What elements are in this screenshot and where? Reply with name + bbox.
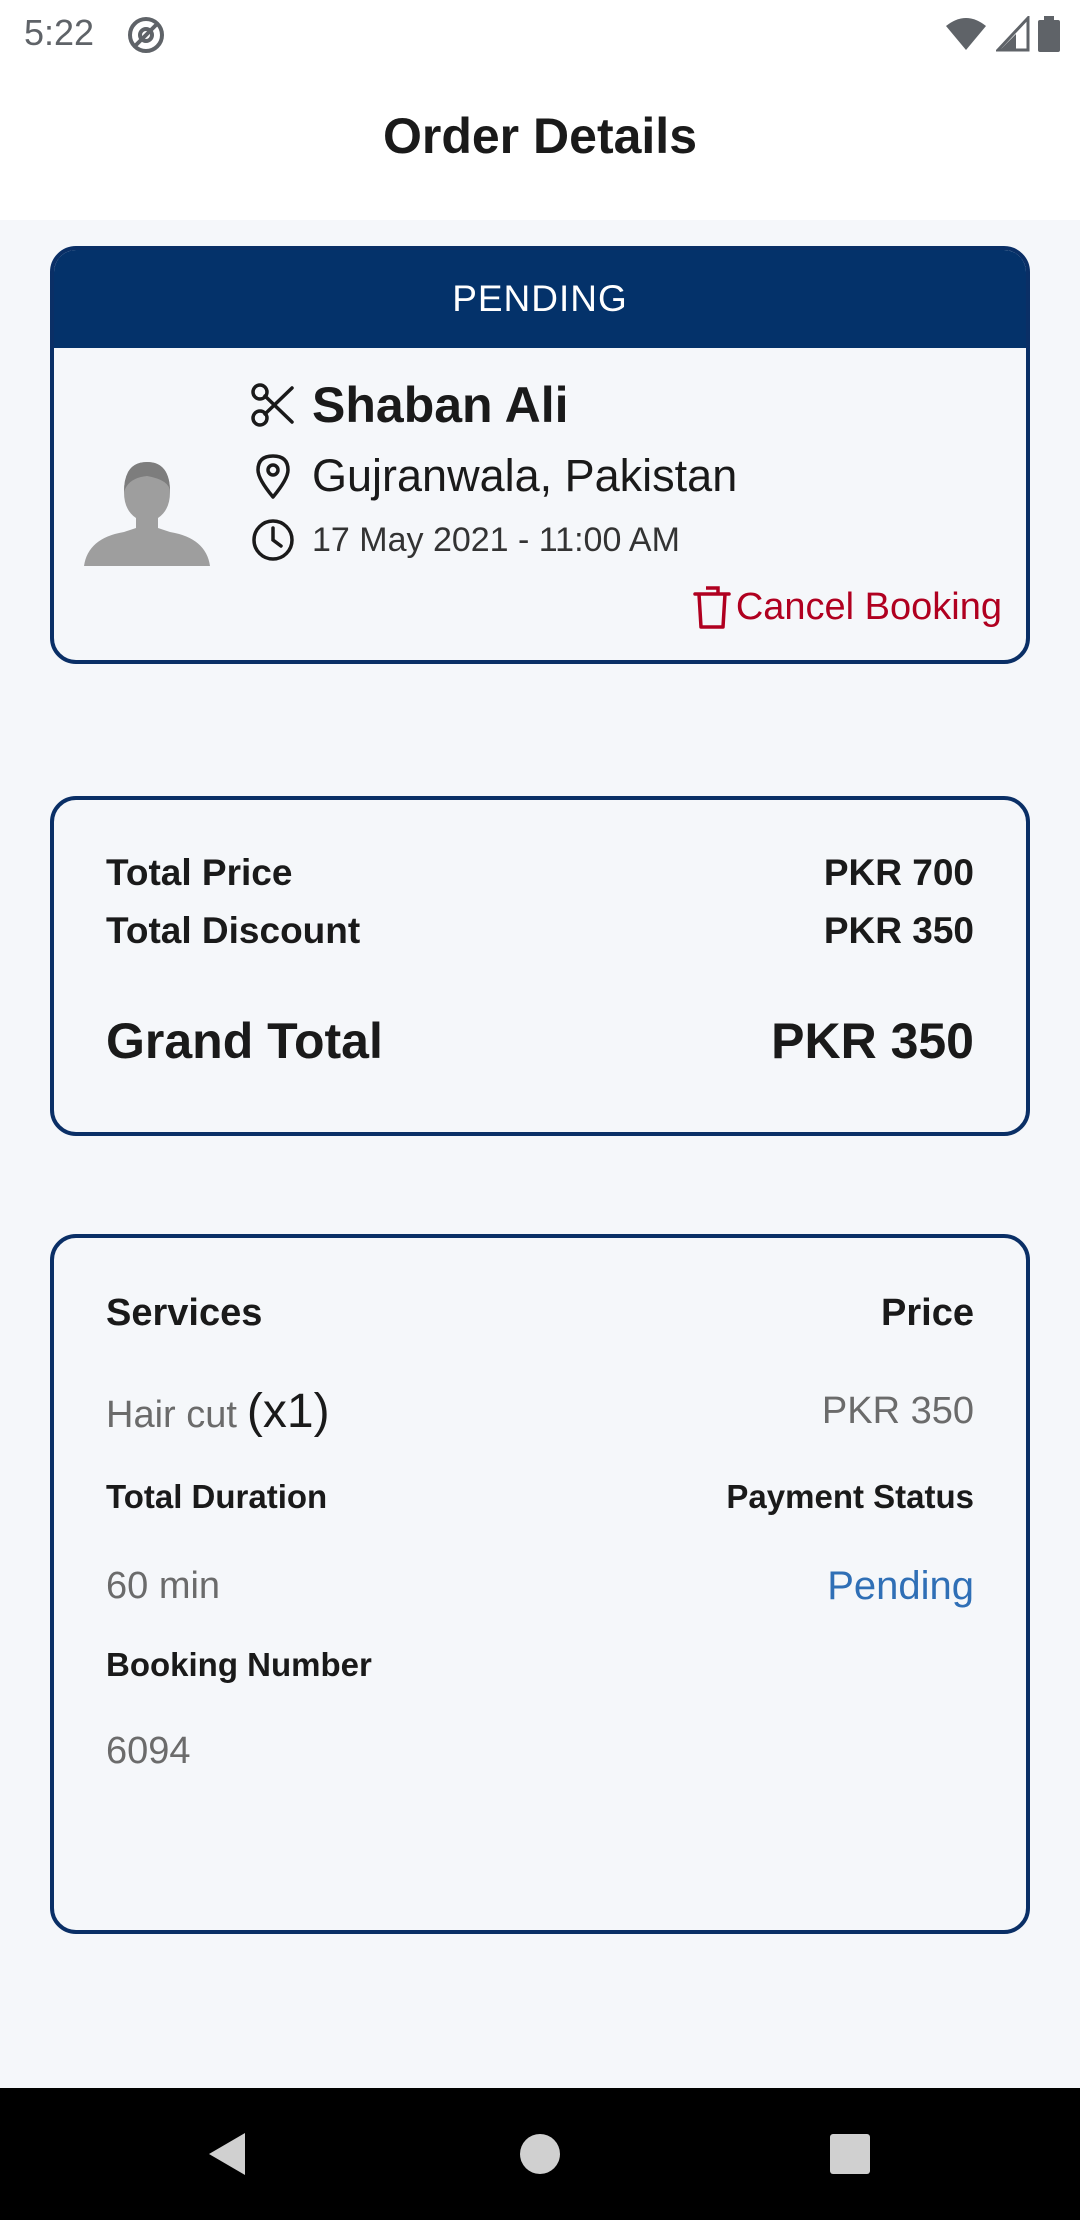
booking-number-value: 6094 bbox=[106, 1730, 191, 1772]
wifi-icon bbox=[946, 18, 986, 50]
services-header-row: Services Price bbox=[106, 1292, 974, 1335]
barber-name-row: Shaban Ali bbox=[250, 370, 1006, 440]
booking-status-label: PENDING bbox=[452, 278, 628, 319]
nav-recents-button[interactable] bbox=[814, 2118, 886, 2190]
cancel-booking-label: Cancel Booking bbox=[735, 585, 1002, 628]
services-card: Services Price Hair cut (x1) PKR 350 Tota… bbox=[50, 1234, 1030, 1934]
barber-name: Shaban Ali bbox=[312, 377, 569, 433]
total-price-label: Total Price bbox=[106, 852, 293, 893]
grand-total-value: PKR 350 bbox=[771, 1013, 974, 1069]
booking-number-value-row: 6094 bbox=[106, 1730, 974, 1773]
trash-icon bbox=[693, 586, 731, 629]
nav-back-button[interactable] bbox=[192, 2118, 264, 2190]
service-name: Hair cut bbox=[106, 1394, 237, 1436]
total-discount-label: Total Discount bbox=[106, 910, 361, 951]
service-qty: (x1) bbox=[246, 1385, 330, 1438]
totals-card: Total Price PKR 700 Total Discount PKR 3… bbox=[50, 796, 1030, 1136]
total-discount-row: Total Discount PKR 350 bbox=[106, 910, 974, 952]
datetime-row: 17 May 2021 - 11:00 AM bbox=[250, 512, 1006, 568]
nav-home-button[interactable] bbox=[504, 2118, 576, 2190]
booking-location: Gujranwala, Pakistan bbox=[312, 450, 738, 501]
total-duration-value: 60 min bbox=[106, 1565, 221, 1607]
back-triangle-icon bbox=[209, 2133, 245, 2175]
location-row: Gujranwala, Pakistan bbox=[250, 440, 1006, 512]
booking-card: PENDING Shaban Ali Gujranwala, Pakistan bbox=[50, 246, 1030, 664]
location-pin-icon bbox=[256, 454, 290, 499]
total-discount-value: PKR 350 bbox=[823, 910, 974, 951]
scissors-icon bbox=[251, 383, 294, 427]
system-nav-bar bbox=[0, 2088, 1080, 2220]
page-title: Order Details bbox=[382, 108, 697, 164]
grand-total-label: Grand Total bbox=[106, 1013, 383, 1069]
recents-square-icon bbox=[830, 2134, 870, 2174]
cancel-booking-button[interactable]: Cancel Booking bbox=[692, 584, 1002, 630]
battery-icon bbox=[1038, 16, 1060, 52]
home-circle-icon bbox=[520, 2134, 560, 2174]
status-icons bbox=[944, 14, 1060, 54]
booking-datetime: 17 May 2021 - 11:00 AM bbox=[312, 520, 680, 559]
duration-payment-header-row: Total Duration Payment Status bbox=[106, 1478, 974, 1516]
service-item: Hair cut (x1) bbox=[106, 1384, 330, 1439]
booking-number-label: Booking Number bbox=[106, 1646, 372, 1683]
booking-number-label-row: Booking Number bbox=[106, 1646, 974, 1684]
at-sign-icon bbox=[128, 17, 164, 53]
status-bar: 5:22 bbox=[0, 0, 1080, 66]
duration-payment-value-row: 60 min Pending bbox=[106, 1564, 974, 1609]
total-duration-label: Total Duration bbox=[106, 1478, 328, 1515]
status-time: 5:22 bbox=[24, 12, 95, 53]
total-price-row: Total Price PKR 700 bbox=[106, 852, 974, 894]
avatar-placeholder-icon bbox=[84, 462, 210, 566]
service-item-row: Hair cut (x1) PKR 350 bbox=[106, 1384, 974, 1439]
app-bar: Order Details bbox=[0, 66, 1080, 220]
grand-total-row: Grand Total PKR 350 bbox=[106, 1012, 974, 1070]
signal-icon bbox=[996, 16, 1030, 52]
total-price-value: PKR 700 bbox=[823, 852, 974, 893]
price-header: Price bbox=[881, 1292, 974, 1334]
booking-status-header: PENDING bbox=[54, 250, 1026, 348]
service-price: PKR 350 bbox=[821, 1390, 974, 1432]
payment-status-label: Payment Status bbox=[726, 1478, 974, 1515]
payment-status-value: Pending bbox=[827, 1564, 974, 1608]
booking-info: Shaban Ali Gujranwala, Pakistan 17 May 2… bbox=[250, 370, 1006, 568]
clock-icon bbox=[252, 519, 294, 561]
services-header: Services bbox=[106, 1292, 263, 1334]
